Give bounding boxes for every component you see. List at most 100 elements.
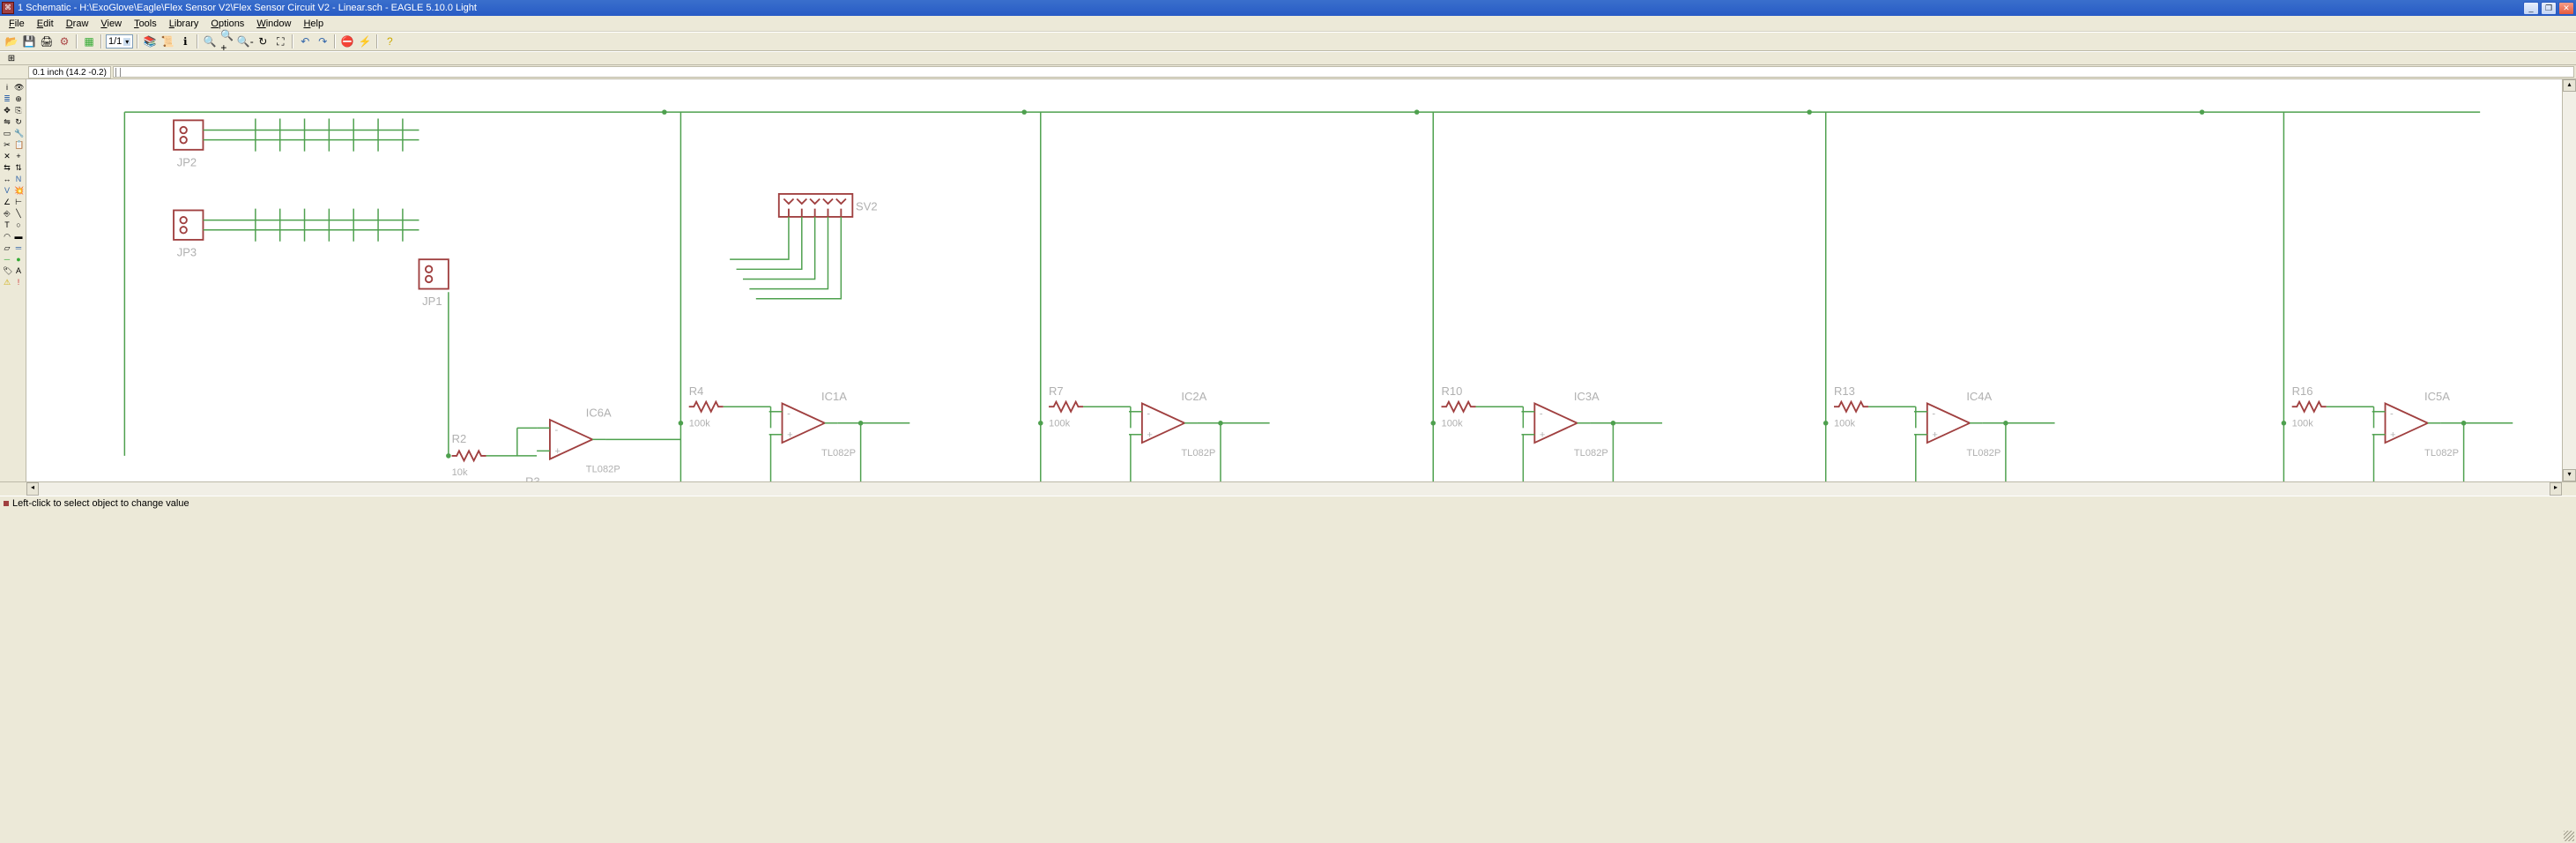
scroll-right-button[interactable]: ▸ xyxy=(2550,482,2562,496)
change-icon[interactable]: 🔧 xyxy=(13,127,24,138)
pinswap-icon[interactable]: ⇆ xyxy=(2,161,12,172)
undo-icon[interactable]: ↶ xyxy=(297,34,313,49)
sheet-combo[interactable]: 1/1▾ xyxy=(106,34,133,48)
show-icon[interactable]: 👁 xyxy=(13,81,24,92)
minimize-button[interactable]: _ xyxy=(2523,2,2539,15)
menu-edit[interactable]: Edit xyxy=(32,18,59,30)
menu-draw[interactable]: Draw xyxy=(61,18,94,30)
connector-sv2: SV2 xyxy=(779,194,878,217)
smash-icon[interactable]: 💥 xyxy=(13,184,24,195)
errors-icon[interactable]: ! xyxy=(13,276,24,287)
connector-jp1: JP1 xyxy=(419,259,448,308)
text-icon[interactable]: T xyxy=(2,219,12,229)
rect-icon[interactable]: ▬ xyxy=(13,230,24,241)
svg-text:SV2: SV2 xyxy=(856,199,878,213)
gateswap-icon[interactable]: ⇅ xyxy=(13,161,24,172)
zoom-in-icon[interactable]: 🔍+ xyxy=(219,34,235,49)
close-button[interactable]: ✕ xyxy=(2558,2,2574,15)
svg-text:TL082P: TL082P xyxy=(2424,448,2459,459)
rotate-icon[interactable]: ↻ xyxy=(13,116,24,126)
svg-text:R4: R4 xyxy=(689,384,704,398)
title-bar: ⌘ 1 Schematic - H:\ExoGlove\Eagle\Flex S… xyxy=(0,0,2576,16)
svg-text:TL082P: TL082P xyxy=(1181,448,1215,459)
redo-icon[interactable]: ↷ xyxy=(315,34,330,49)
save-icon[interactable]: 💾 xyxy=(21,34,37,49)
svg-text:R10: R10 xyxy=(1442,384,1463,398)
cut-icon[interactable]: ✂ xyxy=(2,138,12,149)
add-icon[interactable]: + xyxy=(13,150,24,160)
split-icon[interactable]: ⊢ xyxy=(13,196,24,206)
params-toolbar: ⊞ xyxy=(0,51,2576,65)
erc-icon[interactable]: ⚠ xyxy=(2,276,12,287)
help-icon[interactable]: ? xyxy=(382,34,397,49)
paste-icon[interactable]: 📋 xyxy=(13,138,24,149)
layers-icon[interactable]: ≣ xyxy=(2,93,12,103)
svg-text:IC2A: IC2A xyxy=(1181,390,1206,403)
junction-icon[interactable]: ● xyxy=(13,253,24,264)
svg-text:R3: R3 xyxy=(525,474,540,481)
invoke-icon[interactable]: ⎆ xyxy=(2,207,12,218)
bus-icon[interactable]: ═ xyxy=(13,242,24,252)
name-icon[interactable]: N xyxy=(13,173,24,183)
zoom-out-icon[interactable]: 🔍- xyxy=(237,34,253,49)
group-icon[interactable]: ▭ xyxy=(2,127,12,138)
menu-library[interactable]: Library xyxy=(164,18,204,30)
v-scrollbar[interactable]: ▴ ▾ xyxy=(2562,79,2576,481)
arc-icon[interactable]: ◠ xyxy=(2,230,12,241)
info-icon[interactable]: i xyxy=(2,81,12,92)
status-text: Left-click to select object to change va… xyxy=(12,498,189,509)
replace-icon[interactable]: ↔ xyxy=(2,173,12,183)
mirror-icon[interactable]: ⇋ xyxy=(2,116,12,126)
menu-view[interactable]: View xyxy=(95,18,127,30)
mark-icon[interactable]: ⊕ xyxy=(13,93,24,103)
net-icon[interactable]: ─ xyxy=(2,253,12,264)
poly-icon[interactable]: ▱ xyxy=(2,242,12,252)
maximize-button[interactable]: ❐ xyxy=(2541,2,2557,15)
script-icon[interactable]: 📜 xyxy=(160,34,175,49)
ulp-icon[interactable]: ℹ xyxy=(177,34,193,49)
h-scrollbar[interactable]: ◂ ▸ xyxy=(26,482,2562,496)
copy-icon[interactable]: ⎘ xyxy=(13,104,24,115)
menu-file[interactable]: File xyxy=(4,18,30,30)
svg-text:R2: R2 xyxy=(452,432,467,445)
attr-icon[interactable]: A xyxy=(13,265,24,275)
zoom-select-icon[interactable]: ⛶ xyxy=(272,34,288,49)
svg-text:JP1: JP1 xyxy=(422,295,442,308)
zoom-redraw-icon[interactable]: ↻ xyxy=(255,34,271,49)
menu-tools[interactable]: Tools xyxy=(129,18,162,30)
circle-icon[interactable]: ○ xyxy=(13,219,24,229)
amplifier-stage: R13 100k IC4A TL082P R14 10k IC4B TL082P… xyxy=(1823,112,2055,481)
menu-bar: File Edit Draw View Tools Library Option… xyxy=(0,16,2576,32)
cam-icon[interactable]: ⚙ xyxy=(56,34,72,49)
svg-text:IC1A: IC1A xyxy=(821,390,847,403)
print-icon[interactable]: 🖨 xyxy=(39,34,55,49)
move-icon[interactable]: ✥ xyxy=(2,104,12,115)
miter-icon[interactable]: ∠ xyxy=(2,196,12,206)
grid-icon[interactable]: ⊞ xyxy=(4,50,19,66)
scroll-up-button[interactable]: ▴ xyxy=(2563,79,2576,92)
coord-display: 0.1 inch (14.2 -0.2) xyxy=(28,66,111,78)
resize-grip[interactable] xyxy=(2564,831,2574,841)
menu-help[interactable]: Help xyxy=(298,18,329,30)
menu-window[interactable]: Window xyxy=(251,18,296,30)
value-icon[interactable]: V xyxy=(2,184,12,195)
connector-jp2: JP2 xyxy=(174,120,419,168)
menu-options[interactable]: Options xyxy=(205,18,249,30)
scroll-left-button[interactable]: ◂ xyxy=(26,482,39,496)
zoom-fit-icon[interactable]: 🔍 xyxy=(202,34,218,49)
svg-text:R13: R13 xyxy=(1834,384,1855,398)
stop-icon[interactable]: ⛔ xyxy=(339,34,355,49)
label-icon[interactable]: 🏷 xyxy=(2,265,12,275)
schematic-canvas[interactable]: - + xyxy=(26,79,2562,481)
svg-text:IC4A: IC4A xyxy=(1966,390,1992,403)
board-icon[interactable]: ▦ xyxy=(81,34,97,49)
wire-icon[interactable]: ╲ xyxy=(13,207,24,218)
open-icon[interactable]: 📂 xyxy=(4,34,19,49)
h-ruler xyxy=(113,66,2574,78)
svg-text:JP3: JP3 xyxy=(177,245,197,258)
scroll-down-button[interactable]: ▾ xyxy=(2563,469,2576,481)
svg-text:IC6A: IC6A xyxy=(586,406,612,419)
go-icon[interactable]: ⚡ xyxy=(357,34,373,49)
use-icon[interactable]: 📚 xyxy=(142,34,158,49)
delete-icon[interactable]: ✕ xyxy=(2,150,12,160)
